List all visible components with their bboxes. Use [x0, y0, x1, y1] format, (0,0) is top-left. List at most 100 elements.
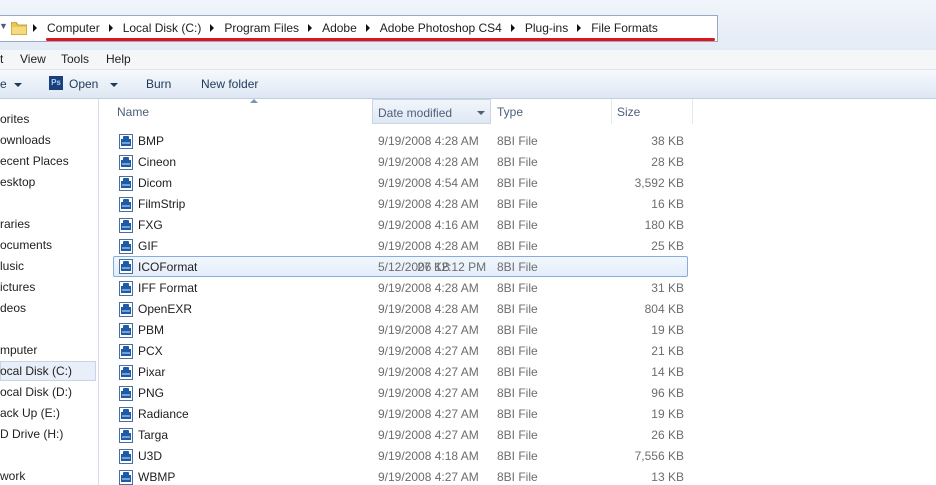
nav-label: esktop: [0, 175, 36, 189]
breadcrumb-separator-icon[interactable]: [108, 24, 113, 32]
column-header-size[interactable]: Size: [612, 99, 692, 124]
file-row[interactable]: Dicom 9/19/2008 4:54 AM 8BI File 3,592 KB: [99, 173, 936, 194]
nav-local-disk-c[interactable]: ocal Disk (C:): [0, 361, 96, 381]
file-type: 8BI File: [497, 218, 538, 232]
menu-help[interactable]: Help: [106, 52, 131, 66]
file-row[interactable]: PNG 9/19/2008 4:27 AM 8BI File 96 KB: [99, 383, 936, 404]
column-header-date-modified[interactable]: Date modified: [372, 99, 491, 124]
file-row[interactable]: GIF 9/19/2008 4:28 AM 8BI File 25 KB: [99, 236, 936, 257]
breadcrumb-program-files[interactable]: Program Files: [224, 21, 299, 35]
file-name: PCX: [138, 344, 163, 358]
navigation-pane: orites ownloads ecent Places esktop rari…: [0, 99, 99, 485]
organize-button[interactable]: e: [0, 77, 23, 91]
burn-button[interactable]: Burn: [146, 77, 171, 91]
plugin-file-icon: [119, 449, 133, 464]
menu-edit[interactable]: t: [0, 52, 3, 66]
file-size: 7,556 KB: [634, 449, 684, 463]
file-date-modified: 9/19/2008 4:16 AM: [378, 218, 479, 232]
nav-videos[interactable]: deos: [0, 298, 96, 318]
file-row[interactable]: Pixar 9/19/2008 4:27 AM 8BI File 14 KB: [99, 362, 936, 383]
nav-label: ecent Places: [0, 154, 69, 168]
column-divider[interactable]: [692, 99, 693, 124]
file-type: 8BI File: [497, 134, 538, 148]
breadcrumb-separator-icon[interactable]: [577, 24, 582, 32]
nav-local-disk-d[interactable]: ocal Disk (D:): [0, 382, 96, 402]
nav-dvd-drive-h[interactable]: D Drive (H:): [0, 424, 96, 444]
file-type: 8BI File: [497, 260, 538, 274]
nav-favorites[interactable]: orites: [0, 109, 96, 129]
nav-desktop[interactable]: esktop: [0, 172, 96, 192]
chevron-down-icon[interactable]: [477, 111, 485, 115]
file-row[interactable]: IFF Format 9/19/2008 4:28 AM 8BI File 31 KB: [99, 278, 936, 299]
file-row[interactable]: Radiance 9/19/2008 4:27 AM 8BI File 19 KB: [99, 404, 936, 425]
menu-tools[interactable]: Tools: [61, 52, 89, 66]
file-date-modified: 9/19/2008 4:27 AM: [378, 386, 479, 400]
nav-recent-places[interactable]: ecent Places: [0, 151, 96, 171]
breadcrumb-local-disk-c[interactable]: Local Disk (C:): [123, 21, 202, 35]
column-header-size-label: Size: [617, 105, 641, 119]
nav-back-up-e[interactable]: ack Up (E:): [0, 403, 96, 423]
plugin-file-icon: [119, 428, 133, 443]
file-row[interactable]: PCX 9/19/2008 4:27 AM 8BI File 21 KB: [99, 341, 936, 362]
nav-network[interactable]: work: [0, 466, 96, 485]
file-size: 26 KB: [651, 428, 684, 442]
plugin-file-icon: [119, 281, 133, 296]
breadcrumb-plug-ins[interactable]: Plug-ins: [525, 21, 568, 35]
nav-label: ocal Disk (D:): [0, 385, 73, 399]
column-header-name[interactable]: Name: [112, 99, 372, 124]
breadcrumb-photoshop-cs4[interactable]: Adobe Photoshop CS4: [380, 21, 502, 35]
open-button[interactable]: Open: [69, 77, 118, 91]
breadcrumb-separator-icon[interactable]: [308, 24, 313, 32]
menu-view[interactable]: View: [20, 52, 46, 66]
file-row[interactable]: FXG 9/19/2008 4:16 AM 8BI File 180 KB: [99, 215, 936, 236]
breadcrumb-adobe[interactable]: Adobe: [322, 21, 357, 35]
breadcrumb-file-formats[interactable]: File Formats: [591, 21, 658, 35]
nav-libraries[interactable]: raries: [0, 214, 96, 234]
file-row[interactable]: Cineon 9/19/2008 4:28 AM 8BI File 28 KB: [99, 152, 936, 173]
nav-label: lusic: [0, 259, 25, 273]
red-underline-annotation: [46, 38, 715, 41]
file-size: 14 KB: [651, 365, 684, 379]
breadcrumb-separator-icon[interactable]: [33, 24, 37, 32]
file-type: 8BI File: [497, 323, 538, 337]
column-header-type[interactable]: Type: [492, 99, 611, 124]
nav-computer[interactable]: mputer: [0, 340, 96, 360]
breadcrumb-separator-icon[interactable]: [210, 24, 215, 32]
file-row[interactable]: ICOFormat 5/12/2006 12:12 PM 8BI File 27 KB: [113, 256, 688, 277]
breadcrumb-separator-icon[interactable]: [510, 24, 515, 32]
file-row[interactable]: Targa 9/19/2008 4:27 AM 8BI File 26 KB: [99, 425, 936, 446]
file-type: 8BI File: [497, 470, 538, 484]
file-row[interactable]: FilmStrip 9/19/2008 4:28 AM 8BI File 16 KB: [99, 194, 936, 215]
file-date-modified: 9/19/2008 4:28 AM: [378, 134, 479, 148]
back-history-chevron-icon[interactable]: ▼: [0, 21, 8, 31]
file-size: 27 KB: [417, 260, 450, 274]
nav-music[interactable]: lusic: [0, 256, 96, 276]
file-size: 13 KB: [651, 470, 684, 484]
file-size: 180 KB: [644, 218, 684, 232]
file-row[interactable]: PBM 9/19/2008 4:27 AM 8BI File 19 KB: [99, 320, 936, 341]
file-size: 38 KB: [651, 134, 684, 148]
file-name: Dicom: [138, 176, 173, 190]
address-bar-area: ▼ Computer Local Disk (C:) Program Files…: [0, 0, 936, 50]
file-row[interactable]: BMP 9/19/2008 4:28 AM 8BI File 38 KB: [99, 131, 936, 152]
file-date-modified: 9/19/2008 4:28 AM: [378, 302, 479, 316]
plugin-file-icon: [119, 344, 133, 359]
nav-label: ack Up (E:): [0, 406, 61, 420]
file-date-modified: 9/19/2008 4:28 AM: [378, 281, 479, 295]
breadcrumb-separator-icon[interactable]: [365, 24, 370, 32]
file-type: 8BI File: [497, 386, 538, 400]
file-name: Targa: [138, 428, 169, 442]
file-row[interactable]: WBMP 9/19/2008 4:27 AM 8BI File 13 KB: [99, 467, 936, 485]
breadcrumb-computer[interactable]: Computer: [47, 21, 100, 35]
file-name: FilmStrip: [138, 197, 186, 211]
new-folder-button[interactable]: New folder: [201, 77, 258, 91]
file-name: Pixar: [138, 365, 166, 379]
column-header-date-label: Date modified: [378, 106, 453, 120]
plugin-file-icon: [119, 176, 133, 191]
nav-pictures[interactable]: ictures: [0, 277, 96, 297]
nav-downloads[interactable]: ownloads: [0, 130, 96, 150]
file-row[interactable]: U3D 9/19/2008 4:18 AM 8BI File 7,556 KB: [99, 446, 936, 467]
file-row[interactable]: OpenEXR 9/19/2008 4:28 AM 8BI File 804 KB: [99, 299, 936, 320]
file-name: PBM: [138, 323, 165, 337]
nav-documents[interactable]: ocuments: [0, 235, 96, 255]
